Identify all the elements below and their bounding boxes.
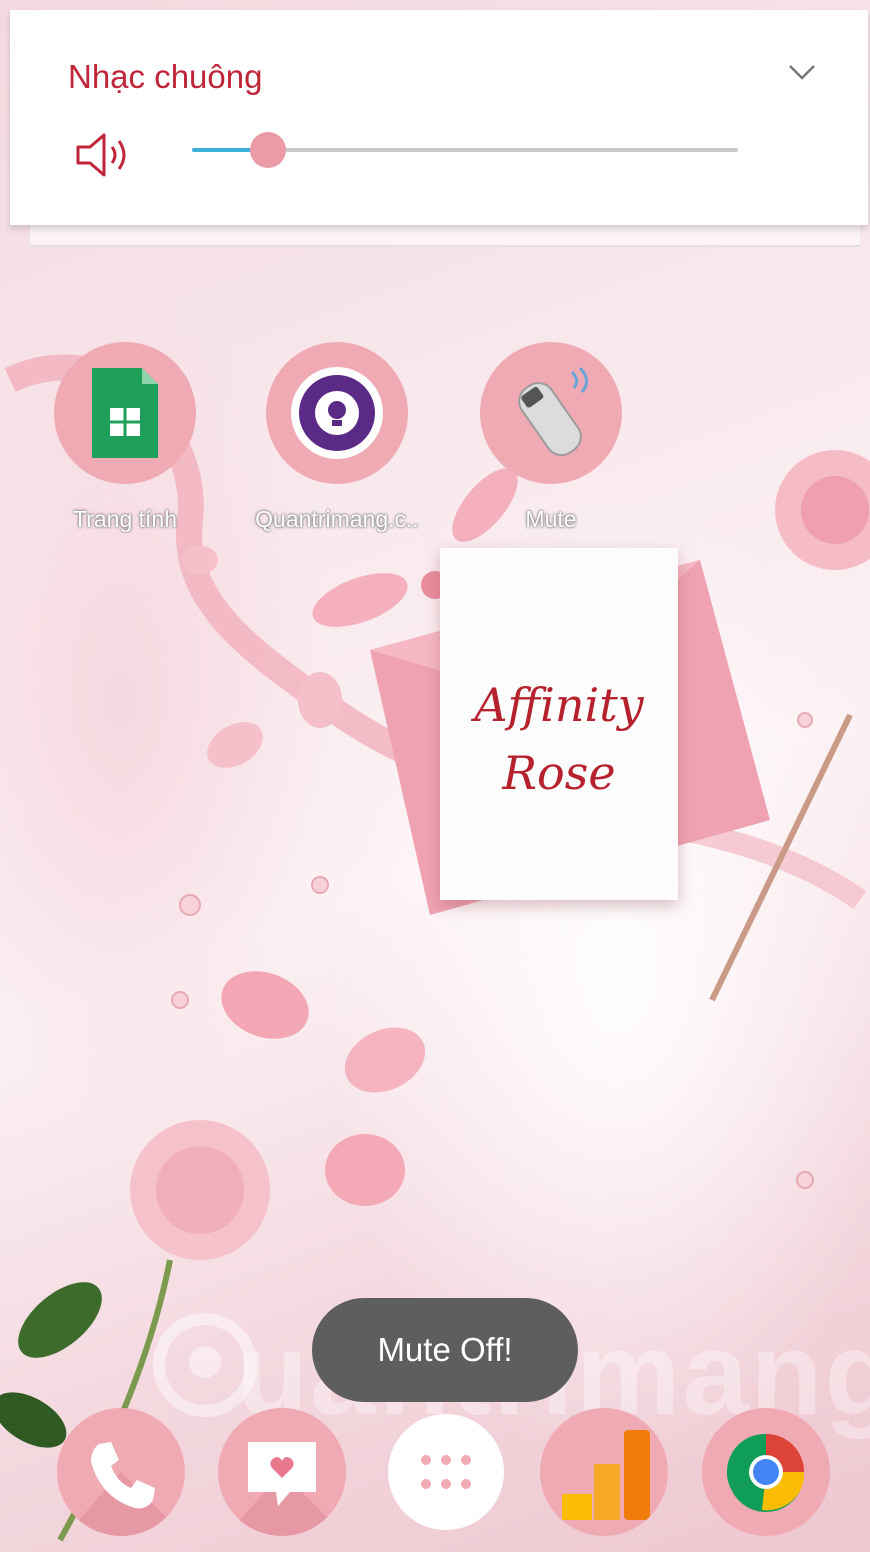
toast-message: Mute Off!: [312, 1298, 578, 1402]
app-quantrimang[interactable]: [266, 342, 408, 484]
dock-messages[interactable]: [218, 1408, 346, 1536]
speaker-icon[interactable]: [74, 130, 140, 180]
volume-panel: Nhạc chuông: [10, 10, 868, 225]
watermark-bulb-icon: [153, 1313, 257, 1417]
card-text-line2: Rose: [502, 746, 616, 800]
volume-title: Nhạc chuông: [68, 58, 263, 95]
dock-analytics[interactable]: [540, 1408, 668, 1536]
wallpaper-card: Affinity Rose: [440, 548, 678, 900]
home-screen: Nhạc chuông Trang tính Quantrimang.c.. M…: [0, 0, 870, 1552]
app-label-sheets: Trang tính: [73, 506, 177, 532]
volume-slider-thumb[interactable]: [250, 132, 286, 168]
mute-icon: [518, 366, 588, 456]
app-mute[interactable]: [480, 342, 622, 484]
phone-icon: [65, 1442, 185, 1536]
quantrimang-icon: [291, 367, 383, 459]
analytics-icon: [562, 1430, 650, 1520]
dock-chrome[interactable]: [702, 1408, 830, 1536]
dock-apps[interactable]: [388, 1414, 504, 1530]
card-text-line1: Affinity: [474, 678, 644, 732]
volume-panel-shadow: [30, 225, 860, 247]
sheets-icon: [92, 368, 158, 458]
app-label-mute: Mute: [525, 506, 577, 532]
apps-grid-icon: [421, 1455, 471, 1489]
messages-icon: [226, 1442, 346, 1536]
dock-phone[interactable]: [57, 1408, 185, 1536]
app-label-quantrimang: Quantrimang.c..: [255, 506, 419, 532]
chrome-icon: [726, 1433, 805, 1513]
app-sheets[interactable]: [54, 342, 196, 484]
chevron-down-icon[interactable]: [782, 52, 822, 92]
